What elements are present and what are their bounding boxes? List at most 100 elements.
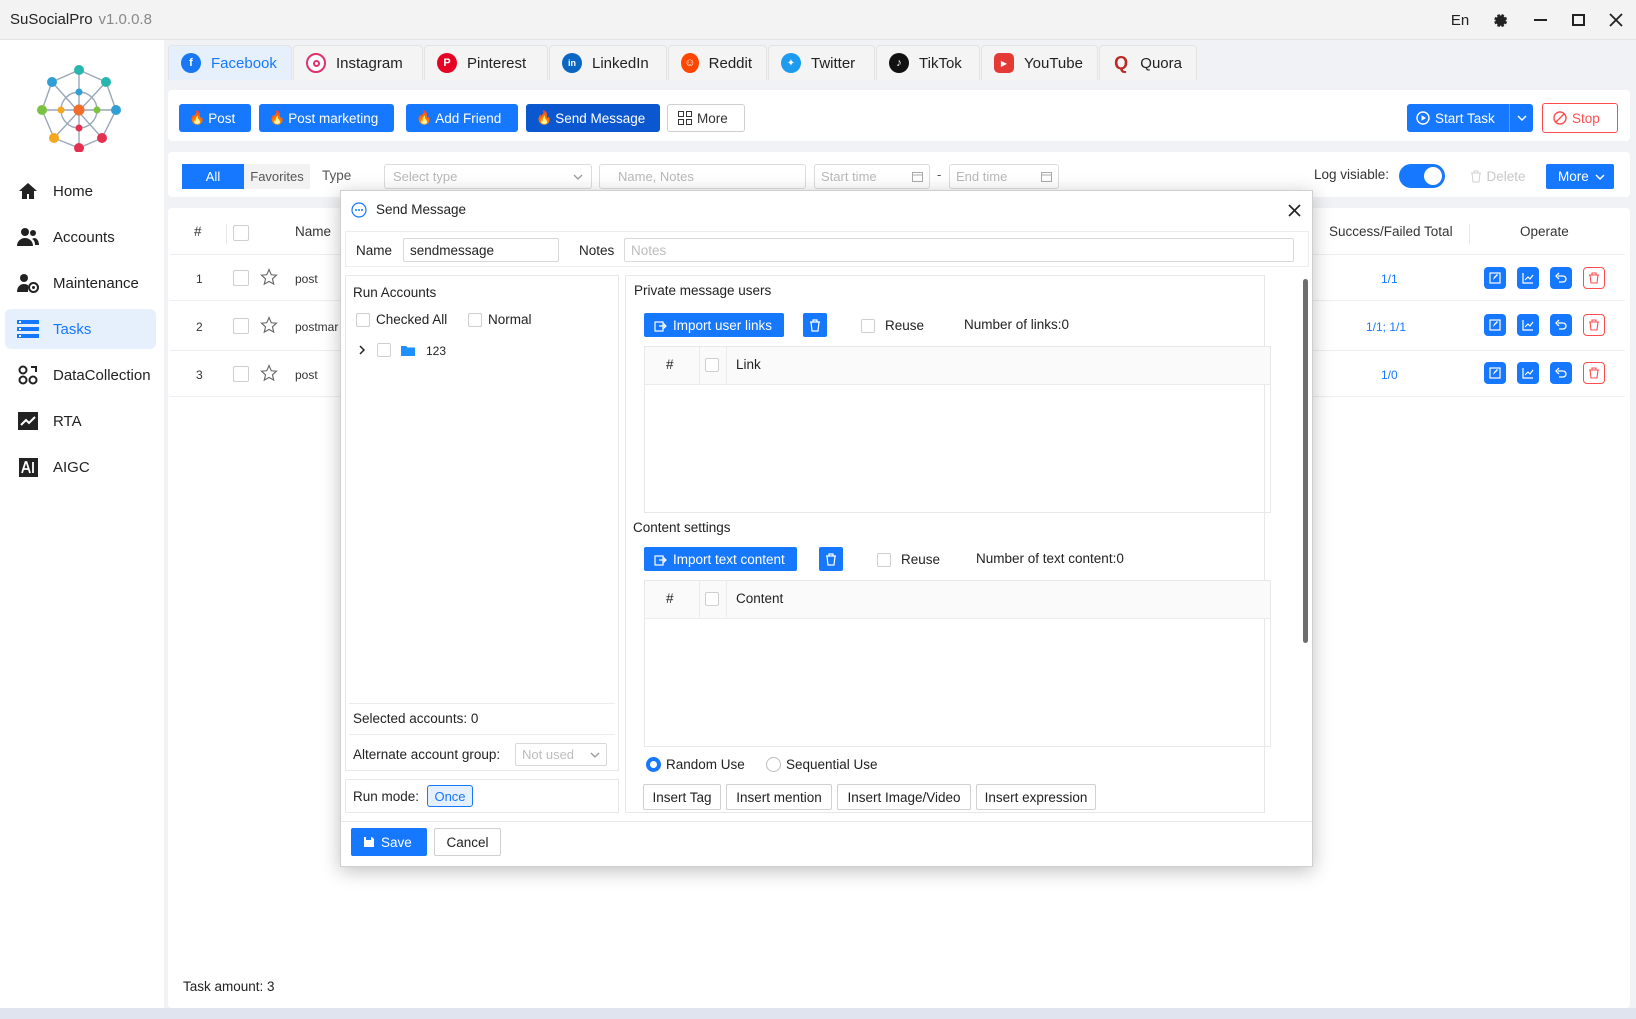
chart-icon[interactable] xyxy=(1517,267,1539,289)
calendar-icon xyxy=(1041,171,1052,182)
language-switch[interactable]: En xyxy=(1446,8,1474,32)
chevron-down-icon[interactable] xyxy=(1509,104,1533,132)
save-button[interactable]: Save xyxy=(351,828,427,856)
checked-all-label: Checked All xyxy=(376,312,448,327)
tab-youtube[interactable]: ▶ YouTube xyxy=(981,45,1098,80)
start-task-button[interactable]: Start Task xyxy=(1407,104,1533,132)
tab-label: LinkedIn xyxy=(592,54,649,72)
cancel-button[interactable]: Cancel xyxy=(434,828,501,856)
row-checkbox[interactable] xyxy=(233,318,249,334)
tab-tiktok[interactable]: ♪ TikTok xyxy=(876,45,980,80)
sidebar-item-rta[interactable]: RTA xyxy=(5,401,156,441)
filter-more-button[interactable]: More xyxy=(1546,164,1614,189)
clear-content-trash-icon[interactable] xyxy=(819,547,843,571)
log-visible-toggle[interactable] xyxy=(1399,164,1445,188)
undo-icon[interactable] xyxy=(1550,362,1572,384)
undo-icon[interactable] xyxy=(1550,267,1572,289)
clear-links-trash-icon[interactable] xyxy=(803,313,827,337)
row-checkbox[interactable] xyxy=(233,270,249,286)
trash-icon[interactable] xyxy=(1583,314,1605,336)
chart-icon[interactable] xyxy=(1517,362,1539,384)
tree-item-checkbox[interactable] xyxy=(377,343,391,357)
send-message-button[interactable]: 🔥 Send Message xyxy=(526,104,660,132)
post-marketing-button[interactable]: 🔥 Post marketing xyxy=(259,104,394,132)
start-time-input[interactable]: Start time xyxy=(814,164,930,189)
post-button[interactable]: 🔥 Post xyxy=(179,104,251,132)
import-user-links-button[interactable]: Import user links xyxy=(644,313,785,337)
edit-icon[interactable] xyxy=(1484,267,1506,289)
row-index: 2 xyxy=(196,320,203,334)
maximize-icon[interactable] xyxy=(1564,8,1592,32)
tab-linkedin[interactable]: in LinkedIn xyxy=(549,45,667,80)
stop-button[interactable]: Stop xyxy=(1542,103,1618,133)
checked-all-checkbox[interactable] xyxy=(356,313,370,327)
stop-icon xyxy=(1553,111,1567,125)
alternate-group-select[interactable]: Not used xyxy=(515,743,607,766)
star-icon[interactable] xyxy=(260,268,278,286)
tab-twitter[interactable]: ✦ Twitter xyxy=(768,45,875,80)
tab-facebook[interactable]: f Facebook xyxy=(168,45,292,80)
sidebar-item-home[interactable]: Home xyxy=(5,171,156,211)
settings-gear-icon[interactable] xyxy=(1486,8,1514,32)
row-success[interactable]: 1/1 xyxy=(1381,272,1398,286)
close-dialog-icon[interactable] xyxy=(1285,201,1303,219)
insert-expression-button[interactable]: Insert expression xyxy=(976,784,1096,810)
insert-mention-button[interactable]: Insert mention xyxy=(726,784,832,810)
sidebar-item-maintenance[interactable]: Maintenance xyxy=(5,263,156,303)
delete-label: Delete xyxy=(1486,169,1526,184)
star-icon[interactable] xyxy=(260,316,278,334)
scrollbar-thumb[interactable] xyxy=(1303,279,1308,643)
chevron-right-icon[interactable] xyxy=(359,345,365,355)
sidebar-item-datacollection[interactable]: DataCollection xyxy=(5,355,156,395)
row-index: 1 xyxy=(196,272,203,286)
type-select-value: Select type xyxy=(393,169,458,184)
trash-icon[interactable] xyxy=(1583,362,1605,384)
app-version: v1.0.0.8 xyxy=(98,11,152,28)
row-success[interactable]: 1/0 xyxy=(1381,368,1398,382)
edit-icon[interactable] xyxy=(1484,362,1506,384)
type-select[interactable]: Select type xyxy=(384,164,592,189)
close-window-icon[interactable] xyxy=(1602,8,1630,32)
chart-icon[interactable] xyxy=(1517,314,1539,336)
run-mode-once[interactable]: Once xyxy=(427,785,473,807)
content-select-all-checkbox[interactable] xyxy=(705,592,719,606)
filter-favorites-button[interactable]: Favorites xyxy=(244,164,310,189)
random-use-radio[interactable] xyxy=(646,757,661,772)
edit-icon[interactable] xyxy=(1484,314,1506,336)
search-input[interactable]: Name, Notes xyxy=(599,164,806,189)
reuse-content-checkbox[interactable] xyxy=(877,553,891,567)
sidebar-item-aigc[interactable]: AIGC xyxy=(5,447,156,487)
trash-icon[interactable] xyxy=(1583,267,1605,289)
start-time-placeholder: Start time xyxy=(821,169,877,184)
sidebar-item-label: Tasks xyxy=(53,320,92,338)
tab-reddit[interactable]: ☺ Reddit xyxy=(668,45,767,80)
row-success[interactable]: 1/1; 1/1 xyxy=(1366,320,1406,334)
insert-image-video-button[interactable]: Insert Image/Video xyxy=(837,784,971,810)
star-icon[interactable] xyxy=(260,364,278,382)
tab-quora[interactable]: Q Quora xyxy=(1099,45,1197,80)
end-time-input[interactable]: End time xyxy=(949,164,1059,189)
search-placeholder: Name, Notes xyxy=(618,169,694,184)
sequential-use-radio[interactable] xyxy=(766,757,781,772)
undo-icon[interactable] xyxy=(1550,314,1572,336)
name-input[interactable]: sendmessage xyxy=(403,238,559,262)
insert-tag-button[interactable]: Insert Tag xyxy=(643,784,721,810)
sidebar-item-tasks[interactable]: Tasks xyxy=(5,309,156,349)
filter-all-button[interactable]: All xyxy=(182,164,244,189)
tab-instagram[interactable]: Instagram xyxy=(293,45,423,80)
minimize-icon[interactable] xyxy=(1526,8,1554,32)
sidebar-item-accounts[interactable]: Accounts xyxy=(5,217,156,257)
delete-button[interactable]: Delete xyxy=(1465,164,1531,189)
notes-input[interactable]: Notes xyxy=(624,238,1294,262)
tab-pinterest[interactable]: P Pinterest xyxy=(424,45,548,80)
links-select-all-checkbox[interactable] xyxy=(705,358,719,372)
col-divider xyxy=(1469,224,1470,244)
select-all-checkbox[interactable] xyxy=(233,225,249,241)
normal-checkbox[interactable] xyxy=(468,313,482,327)
tab-label: TikTok xyxy=(919,54,962,72)
more-actions-button[interactable]: More xyxy=(667,104,745,132)
reuse-links-checkbox[interactable] xyxy=(861,319,875,333)
row-checkbox[interactable] xyxy=(233,366,249,382)
import-text-content-button[interactable]: Import text content xyxy=(644,547,797,571)
add-friend-button[interactable]: 🔥 Add Friend xyxy=(406,104,518,132)
